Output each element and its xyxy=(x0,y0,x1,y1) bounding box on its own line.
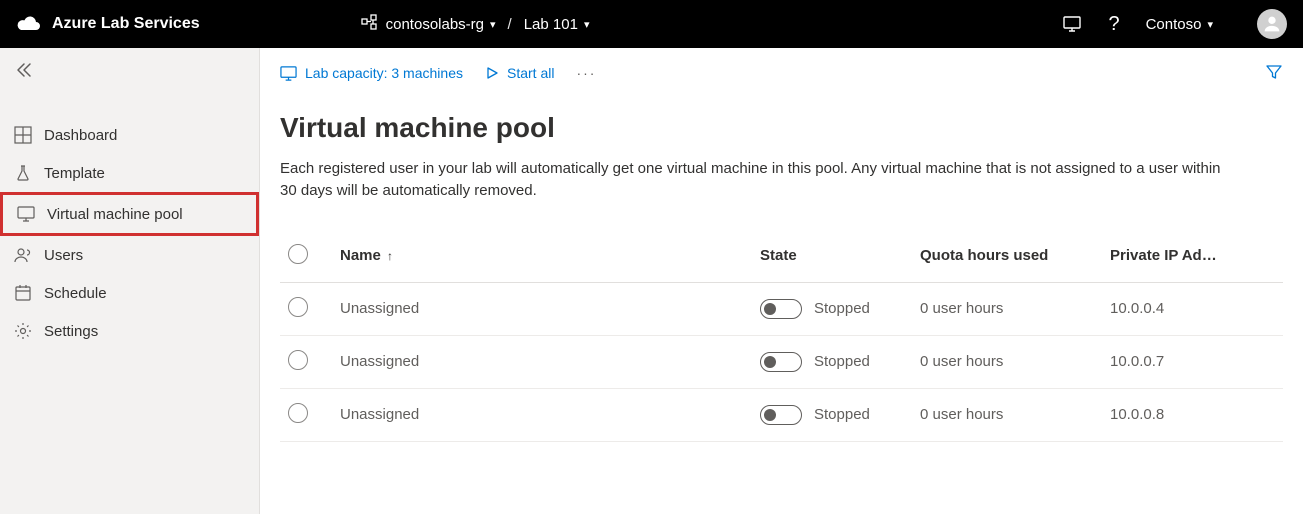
cell-quota: 0 user hours xyxy=(912,335,1102,388)
lab-capacity-button[interactable]: Lab capacity: 3 machines xyxy=(280,65,463,82)
users-icon xyxy=(14,246,32,264)
chevron-down-icon: ▾ xyxy=(584,18,590,31)
account-menu[interactable]: Contoso ▾ xyxy=(1146,16,1213,33)
sidebar: Dashboard Template Virtual machine pool … xyxy=(0,48,260,514)
select-all-checkbox[interactable] xyxy=(288,244,308,264)
cloud-icon xyxy=(16,15,42,33)
sidebar-item-label: Template xyxy=(44,165,105,182)
sidebar-item-users[interactable]: Users xyxy=(0,236,259,274)
cell-ip: 10.0.0.8 xyxy=(1102,388,1283,441)
sidebar-item-label: Dashboard xyxy=(44,127,117,144)
avatar[interactable] xyxy=(1257,9,1287,39)
cell-name: Unassigned xyxy=(332,388,752,441)
row-select-checkbox[interactable] xyxy=(288,297,308,317)
column-header-quota[interactable]: Quota hours used xyxy=(912,234,1102,283)
product-name: Azure Lab Services xyxy=(52,15,200,33)
dashboard-icon xyxy=(14,126,32,144)
breadcrumb-separator: / xyxy=(504,16,516,33)
breadcrumb: contosolabs-rg ▾ / Lab 101 ▾ xyxy=(360,13,590,35)
breadcrumb-resource-group[interactable]: contosolabs-rg ▾ xyxy=(386,16,496,33)
monitor-icon[interactable] xyxy=(1062,14,1082,34)
sidebar-item-schedule[interactable]: Schedule xyxy=(0,274,259,312)
column-header-ip[interactable]: Private IP Ad… xyxy=(1102,234,1283,283)
column-header-state[interactable]: State xyxy=(752,234,912,283)
column-header-name[interactable]: Name ↑ xyxy=(332,234,752,283)
chevron-down-icon: ▾ xyxy=(490,18,496,31)
start-all-button[interactable]: Start all xyxy=(485,65,554,81)
more-actions-button[interactable]: ··· xyxy=(576,65,596,81)
power-toggle[interactable] xyxy=(760,352,802,372)
row-select-checkbox[interactable] xyxy=(288,403,308,423)
resource-group-icon xyxy=(360,13,378,35)
breadcrumb-lab[interactable]: Lab 101 ▾ xyxy=(524,16,590,33)
cell-state: Stopped xyxy=(814,300,870,317)
sidebar-item-label: Settings xyxy=(44,323,98,340)
sidebar-item-vm-pool[interactable]: Virtual machine pool xyxy=(0,192,259,236)
header-actions: ? Contoso ▾ xyxy=(1062,9,1287,39)
row-select-checkbox[interactable] xyxy=(288,350,308,370)
page-title: Virtual machine pool xyxy=(280,112,1283,144)
sidebar-item-label: Virtual machine pool xyxy=(47,206,183,223)
toolbar: Lab capacity: 3 machines Start all ··· xyxy=(260,48,1303,98)
cell-quota: 0 user hours xyxy=(912,388,1102,441)
cell-name: Unassigned xyxy=(332,335,752,388)
cell-state: Stopped xyxy=(814,406,870,423)
sort-ascending-icon: ↑ xyxy=(387,249,393,263)
cell-quota: 0 user hours xyxy=(912,282,1102,335)
chevron-down-icon: ▾ xyxy=(1207,18,1213,31)
table-row[interactable]: Unassigned Stopped 0 user hours10.0.0.7 xyxy=(280,335,1283,388)
sidebar-item-template[interactable]: Template xyxy=(0,154,259,192)
collapse-sidebar-button[interactable] xyxy=(0,48,259,92)
help-icon[interactable]: ? xyxy=(1108,13,1119,36)
product-logo[interactable]: Azure Lab Services xyxy=(16,15,200,33)
filter-button[interactable] xyxy=(1265,63,1283,84)
flask-icon xyxy=(14,164,32,182)
gear-icon xyxy=(14,322,32,340)
cell-name: Unassigned xyxy=(332,282,752,335)
cell-ip: 10.0.0.7 xyxy=(1102,335,1283,388)
top-header: Azure Lab Services contosolabs-rg ▾ / La… xyxy=(0,0,1303,48)
sidebar-item-settings[interactable]: Settings xyxy=(0,312,259,350)
sidebar-item-label: Users xyxy=(44,247,83,264)
power-toggle[interactable] xyxy=(760,405,802,425)
power-toggle[interactable] xyxy=(760,299,802,319)
monitor-icon xyxy=(17,205,35,223)
table-row[interactable]: Unassigned Stopped 0 user hours10.0.0.4 xyxy=(280,282,1283,335)
sidebar-item-label: Schedule xyxy=(44,285,107,302)
calendar-icon xyxy=(14,284,32,302)
table-row[interactable]: Unassigned Stopped 0 user hours10.0.0.8 xyxy=(280,388,1283,441)
page-description: Each registered user in your lab will au… xyxy=(280,158,1240,202)
main-content: Lab capacity: 3 machines Start all ··· V… xyxy=(260,48,1303,514)
vm-table: Name ↑ State Quota hours used Private IP… xyxy=(280,234,1283,442)
sidebar-item-dashboard[interactable]: Dashboard xyxy=(0,116,259,154)
cell-state: Stopped xyxy=(814,353,870,370)
cell-ip: 10.0.0.4 xyxy=(1102,282,1283,335)
